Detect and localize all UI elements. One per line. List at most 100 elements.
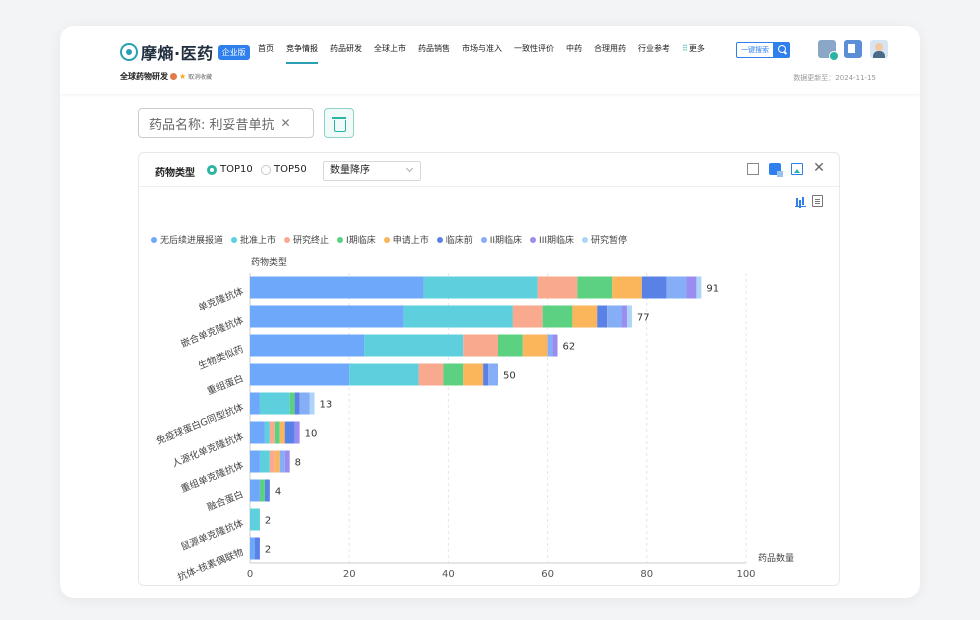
nav-item-label: 竞争情报 (286, 44, 318, 53)
bar-segment (250, 392, 260, 415)
y-category-label: 重组蛋白 (205, 372, 245, 397)
nav-item-label: 全球上市 (374, 44, 406, 53)
bar-segment (364, 334, 464, 357)
y-category-label: 鼠源单克隆抗体 (179, 517, 246, 553)
x-tick-label: 60 (541, 569, 554, 580)
app-window: 摩熵·医药 企业版 首页 竞争情报 药品研发 全球上市 药品销售 市场与准入 一致性评价 中药… (60, 26, 920, 598)
nav-item-0[interactable]: 首页 (258, 44, 274, 64)
nav-item-label: 更多 (688, 44, 705, 53)
bar-segment (250, 334, 365, 357)
bar-segment (264, 479, 270, 502)
bar-total-label: 2 (265, 545, 271, 556)
quick-search-button[interactable]: 一键搜索 (736, 42, 774, 58)
bar-segment (250, 276, 424, 299)
bar-segment (666, 276, 687, 299)
nav-item-6[interactable]: 一致性评价 (514, 44, 554, 64)
unfavorite-link[interactable]: 取消收藏 (188, 72, 212, 81)
bar-segment (498, 334, 523, 357)
filter-tag-label: 药品名称: 利妥昔单抗 (149, 117, 275, 133)
bar-segment (597, 305, 608, 328)
bar-segment (250, 421, 265, 444)
bar-segment (418, 363, 444, 386)
nav-item-label: 合理用药 (594, 44, 626, 53)
bar-segment (443, 363, 464, 386)
bar-segment (512, 305, 543, 328)
bar-segment (612, 276, 642, 299)
close-icon[interactable]: ✕ (281, 116, 291, 130)
nav-item-4[interactable]: 药品销售 (418, 44, 450, 64)
bar-total-label: 2 (265, 516, 271, 527)
star-icon[interactable]: ★ (179, 72, 186, 81)
nav-item-3[interactable]: 全球上市 (374, 44, 406, 64)
grid-dots-icon: ⠿ (682, 44, 688, 53)
edition-badge: 企业版 (217, 44, 250, 60)
bar-total-label: 8 (295, 458, 301, 469)
filter-tag: 药品名称: 利妥昔单抗 ✕ (138, 108, 314, 138)
bar-segment (250, 305, 404, 328)
bar-segment (626, 305, 632, 328)
x-tick-label: 40 (442, 569, 455, 580)
bar-segment (641, 276, 667, 299)
bar-segment (488, 363, 498, 386)
bar-total-label: 50 (503, 371, 516, 382)
x-tick-label: 80 (640, 569, 653, 580)
y-category-label: 生物类似药 (197, 343, 246, 372)
info-icon[interactable] (170, 73, 177, 80)
bar-segment (264, 421, 270, 444)
chart-panel: 药物类型 TOP10 TOP50 数量降序 ✕ 无后续进展报道 批准上市 研究终… (138, 152, 840, 586)
y-category-label: 融合蛋白 (205, 488, 245, 513)
bar-segment (269, 421, 275, 444)
bar-segment (483, 363, 489, 386)
nav-item-8[interactable]: 合理用药 (594, 44, 626, 64)
bar-segment (259, 479, 265, 502)
bar-segment (547, 334, 553, 357)
bar-total-label: 62 (563, 342, 576, 353)
vip-icon[interactable] (818, 40, 839, 61)
page-title: 全球药物研发 (120, 72, 168, 81)
top-navigation-bar: 摩熵·医药 企业版 首页 竞争情报 药品研发 全球上市 药品销售 市场与准入 一致性评价 中药… (60, 26, 920, 94)
nav-item-label: 行业参考 (638, 44, 670, 53)
bar-segment (577, 276, 613, 299)
logo-text: 摩熵·医药 (141, 44, 214, 63)
bar-segment (250, 450, 260, 473)
nav-item-1[interactable]: 竞争情报 (286, 44, 318, 64)
nav-item-2[interactable]: 药品研发 (330, 44, 362, 64)
nav-item-5[interactable]: 市场与准入 (462, 44, 502, 64)
search-icon[interactable] (774, 42, 790, 58)
avatar[interactable] (870, 40, 888, 58)
nav-item-9[interactable]: 行业参考 (638, 44, 670, 64)
nav-item-7[interactable]: 中药 (566, 44, 582, 64)
bar-segment (279, 450, 285, 473)
bar-segment (259, 450, 270, 473)
quick-search: 一键搜索 (736, 42, 790, 58)
bar-segment (349, 363, 419, 386)
logo[interactable]: 摩熵·医药 企业版 (120, 40, 250, 64)
bar-segment (284, 450, 290, 473)
bar-segment (522, 334, 548, 357)
bar-segment (552, 334, 558, 357)
bar-segment (622, 305, 627, 328)
x-tick-label: 0 (247, 569, 253, 580)
bar-segment (254, 537, 260, 560)
bar-segment (289, 392, 295, 415)
bar-total-label: 13 (319, 400, 332, 411)
bar-segment (696, 276, 702, 299)
bar-segment (309, 392, 315, 415)
bar-segment (403, 305, 513, 328)
bar-segment (250, 508, 260, 531)
bar-segment (250, 479, 260, 502)
nav-item-label: 药品研发 (330, 44, 362, 53)
bar-segment (279, 421, 285, 444)
logo-icon (120, 43, 138, 61)
nav-item-label: 首页 (258, 44, 274, 53)
nav-item-label: 市场与准入 (462, 44, 502, 53)
news-icon[interactable] (844, 40, 862, 58)
bar-segment (294, 392, 300, 415)
nav-item-label: 药品销售 (418, 44, 450, 53)
nav-item-10[interactable]: ⠿更多 (682, 44, 705, 64)
bar-segment (250, 363, 350, 386)
stacked-bar-chart: 0 20 40 60 80 100药品数量 91 单克隆抗体 77 嵌合单克隆抗体 62 生物类似药 5… (155, 273, 794, 583)
main-nav: 首页 竞争情报 药品研发 全球上市 药品销售 市场与准入 一致性评价 中药 合理用药 行业参考 ⠿更… (258, 44, 717, 64)
clear-filters-button[interactable] (324, 108, 354, 138)
bar-segment (250, 537, 255, 560)
